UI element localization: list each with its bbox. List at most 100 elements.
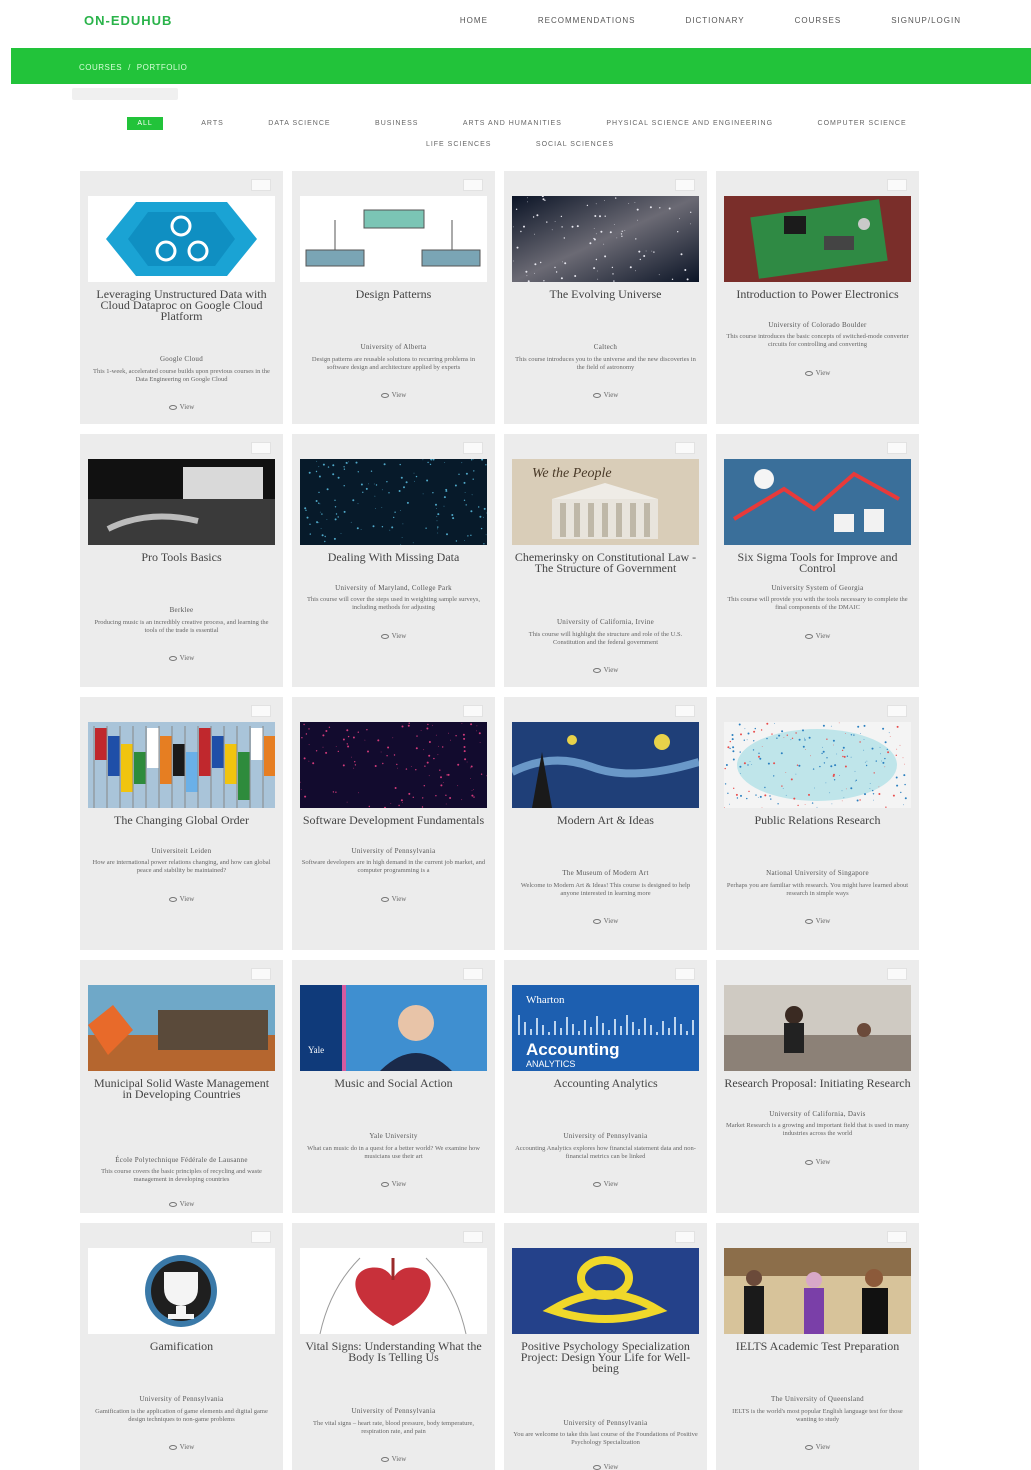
course-card[interactable]: Gamification University of Pennsylvania … bbox=[80, 1223, 283, 1470]
course-card[interactable]: Introduction to Power Electronics Univer… bbox=[716, 171, 919, 424]
course-card[interactable]: Dealing With Missing Data University of … bbox=[292, 434, 495, 687]
view-link[interactable]: View bbox=[88, 654, 275, 662]
bookmark-checkbox[interactable] bbox=[675, 442, 695, 454]
course-title[interactable]: Introduction to Power Electronics bbox=[724, 288, 911, 300]
bookmark-checkbox[interactable] bbox=[887, 968, 907, 980]
view-link[interactable]: View bbox=[88, 403, 275, 411]
filter-business[interactable]: BUSINESS bbox=[369, 118, 424, 129]
course-title[interactable]: Modern Art & Ideas bbox=[512, 814, 699, 826]
nav-dictionary[interactable]: DICTIONARY bbox=[685, 16, 744, 25]
view-link[interactable]: View bbox=[724, 917, 911, 925]
course-card[interactable]: IELTS Academic Test Preparation The Univ… bbox=[716, 1223, 919, 1470]
bookmark-checkbox[interactable] bbox=[463, 705, 483, 717]
course-title[interactable]: Pro Tools Basics bbox=[88, 551, 275, 563]
course-title[interactable]: Vital Signs: Understanding What the Body… bbox=[300, 1340, 487, 1363]
view-link[interactable]: View bbox=[88, 1443, 275, 1451]
course-thumbnail[interactable]: Accounting ANALYTICS Wharton bbox=[512, 985, 699, 1071]
view-link[interactable]: View bbox=[300, 391, 487, 399]
course-title[interactable]: Accounting Analytics bbox=[512, 1077, 699, 1089]
view-link[interactable]: View bbox=[88, 1200, 275, 1208]
course-title[interactable]: Public Relations Research bbox=[724, 814, 911, 826]
course-title[interactable]: Six Sigma Tools for Improve and Control bbox=[724, 551, 911, 574]
course-card[interactable]: Modern Art & Ideas The Museum of Modern … bbox=[504, 697, 707, 950]
view-link[interactable]: View bbox=[512, 1463, 699, 1470]
course-card[interactable]: Design Patterns University of Alberta De… bbox=[292, 171, 495, 424]
course-thumbnail[interactable] bbox=[724, 722, 911, 808]
course-card[interactable]: We the People Chemerinsky on Constitutio… bbox=[504, 434, 707, 687]
course-title[interactable]: Software Development Fundamentals bbox=[300, 814, 487, 826]
course-title[interactable]: Municipal Solid Waste Management in Deve… bbox=[88, 1077, 275, 1100]
course-card[interactable]: Pro Tools Basics Berklee Producing music… bbox=[80, 434, 283, 687]
course-card[interactable]: Vital Signs: Understanding What the Body… bbox=[292, 1223, 495, 1470]
course-title[interactable]: The Changing Global Order bbox=[88, 814, 275, 826]
course-thumbnail[interactable]: Yale bbox=[300, 985, 487, 1071]
bookmark-checkbox[interactable] bbox=[251, 179, 271, 191]
filter-arts[interactable]: ARTS bbox=[195, 118, 230, 129]
course-title[interactable]: IELTS Academic Test Preparation bbox=[724, 1340, 911, 1352]
course-card[interactable]: Municipal Solid Waste Management in Deve… bbox=[80, 960, 283, 1213]
course-title[interactable]: Dealing With Missing Data bbox=[300, 551, 487, 563]
filter-computer-science[interactable]: COMPUTER SCIENCE bbox=[812, 118, 913, 129]
bookmark-checkbox[interactable] bbox=[251, 968, 271, 980]
course-thumbnail[interactable] bbox=[300, 196, 487, 282]
filter-physical-science[interactable]: PHYSICAL SCIENCE AND ENGINEERING bbox=[600, 118, 779, 129]
bookmark-checkbox[interactable] bbox=[675, 705, 695, 717]
course-title[interactable]: Gamification bbox=[88, 1340, 275, 1352]
course-thumbnail[interactable] bbox=[88, 985, 275, 1071]
view-link[interactable]: View bbox=[512, 391, 699, 399]
view-link[interactable]: View bbox=[512, 1180, 699, 1188]
course-title[interactable]: Music and Social Action bbox=[300, 1077, 487, 1089]
view-link[interactable]: View bbox=[724, 369, 911, 377]
course-thumbnail[interactable] bbox=[88, 459, 275, 545]
course-title[interactable]: Leveraging Unstructured Data with Cloud … bbox=[88, 288, 275, 322]
bookmark-checkbox[interactable] bbox=[463, 179, 483, 191]
course-card[interactable]: The Evolving Universe Caltech This cours… bbox=[504, 171, 707, 424]
course-thumbnail[interactable] bbox=[512, 722, 699, 808]
course-card[interactable]: The Changing Global Order Universiteit L… bbox=[80, 697, 283, 950]
course-card[interactable]: Six Sigma Tools for Improve and Control … bbox=[716, 434, 919, 687]
course-card[interactable]: Public Relations Research National Unive… bbox=[716, 697, 919, 950]
course-card[interactable]: Software Development Fundamentals Univer… bbox=[292, 697, 495, 950]
course-card[interactable]: Accounting ANALYTICS Wharton Accounting An… bbox=[504, 960, 707, 1213]
filter-social-sciences[interactable]: SOCIAL SCIENCES bbox=[530, 139, 620, 150]
nav-recommendations[interactable]: RECOMMENDATIONS bbox=[538, 16, 636, 25]
brand-logo[interactable]: ON-EDUHUB bbox=[84, 13, 172, 28]
view-link[interactable]: View bbox=[724, 1158, 911, 1166]
view-link[interactable]: View bbox=[300, 895, 487, 903]
course-thumbnail[interactable]: We the People bbox=[512, 459, 699, 545]
bookmark-checkbox[interactable] bbox=[675, 968, 695, 980]
bookmark-checkbox[interactable] bbox=[675, 1231, 695, 1243]
bookmark-checkbox[interactable] bbox=[887, 705, 907, 717]
view-link[interactable]: View bbox=[88, 895, 275, 903]
course-thumbnail[interactable] bbox=[512, 1248, 699, 1334]
course-thumbnail[interactable] bbox=[300, 459, 487, 545]
filter-life-sciences[interactable]: LIFE SCIENCES bbox=[420, 139, 498, 150]
bookmark-checkbox[interactable] bbox=[887, 1231, 907, 1243]
course-title[interactable]: Positive Psychology Specialization Proje… bbox=[512, 1340, 699, 1374]
filter-all[interactable]: ALL bbox=[127, 117, 163, 130]
course-thumbnail[interactable] bbox=[724, 196, 911, 282]
course-title[interactable]: Chemerinsky on Constitutional Law - The … bbox=[512, 551, 699, 574]
bookmark-checkbox[interactable] bbox=[251, 705, 271, 717]
view-link[interactable]: View bbox=[300, 1455, 487, 1463]
bookmark-checkbox[interactable] bbox=[463, 1231, 483, 1243]
course-card[interactable]: Yale Music and Social Action Yale Univer… bbox=[292, 960, 495, 1213]
course-thumbnail[interactable] bbox=[724, 985, 911, 1071]
course-title[interactable]: Research Proposal: Initiating Research bbox=[724, 1077, 911, 1089]
course-thumbnail[interactable] bbox=[88, 196, 275, 282]
course-thumbnail[interactable] bbox=[88, 1248, 275, 1334]
bookmark-checkbox[interactable] bbox=[463, 968, 483, 980]
filter-arts-humanities[interactable]: ARTS AND HUMANITIES bbox=[457, 118, 568, 129]
filter-data-science[interactable]: DATA SCIENCE bbox=[262, 118, 336, 129]
bookmark-checkbox[interactable] bbox=[251, 442, 271, 454]
view-link[interactable]: View bbox=[300, 632, 487, 640]
view-link[interactable]: View bbox=[300, 1180, 487, 1188]
course-title[interactable]: Design Patterns bbox=[300, 288, 487, 300]
nav-courses[interactable]: COURSES bbox=[795, 16, 842, 25]
course-thumbnail[interactable] bbox=[724, 1248, 911, 1334]
bookmark-checkbox[interactable] bbox=[887, 179, 907, 191]
bookmark-checkbox[interactable] bbox=[887, 442, 907, 454]
course-thumbnail[interactable] bbox=[512, 196, 699, 282]
course-thumbnail[interactable] bbox=[300, 722, 487, 808]
course-thumbnail[interactable] bbox=[300, 1248, 487, 1334]
